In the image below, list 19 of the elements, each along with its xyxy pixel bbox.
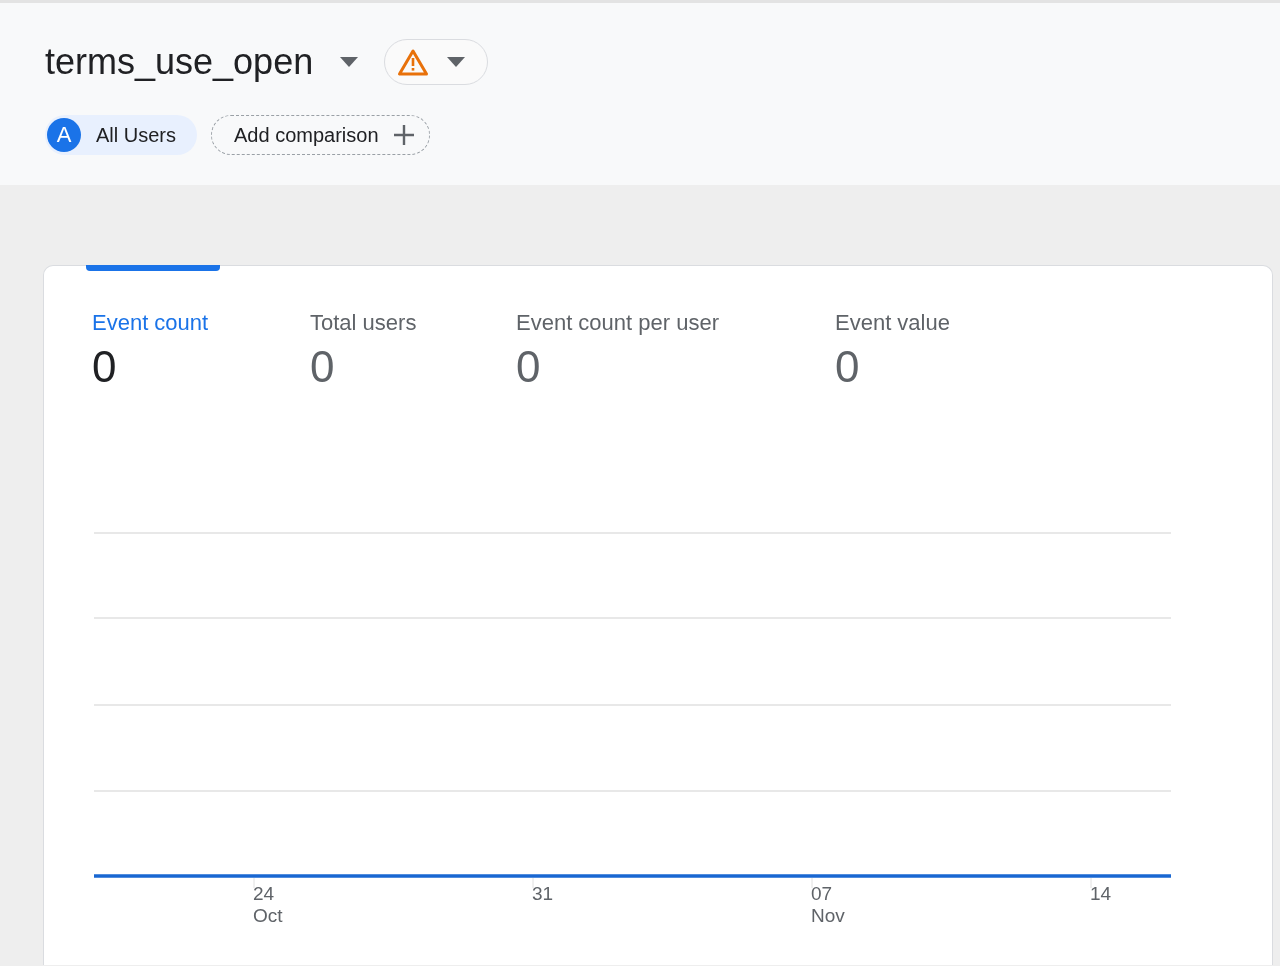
axis-label: 07 [811, 883, 834, 905]
event-title: terms_use_open [45, 41, 314, 83]
segment-chip[interactable]: A All Users [45, 115, 197, 155]
axis-label: 31 [532, 883, 554, 905]
metric-tab[interactable]: Total users 0 [304, 266, 510, 393]
axis-label: Oct [253, 905, 283, 927]
axis-label: Nov [811, 905, 845, 927]
metric-tab[interactable]: Event count 0 [86, 266, 304, 393]
axis-label: 14 [1090, 883, 1112, 905]
segment-label: All Users [96, 123, 176, 147]
warning-icon [397, 48, 430, 76]
caret-icon [447, 57, 466, 67]
plus-icon [392, 124, 415, 146]
dropdown-caret-icon[interactable] [339, 56, 360, 68]
segment-badge: A [47, 118, 81, 152]
warning-dropdown[interactable] [384, 39, 489, 85]
axis-label: 24 [253, 883, 276, 905]
metric-tab[interactable]: Event count per user 0 [510, 266, 829, 393]
metric-tab[interactable]: Event value 0 [829, 266, 1029, 393]
